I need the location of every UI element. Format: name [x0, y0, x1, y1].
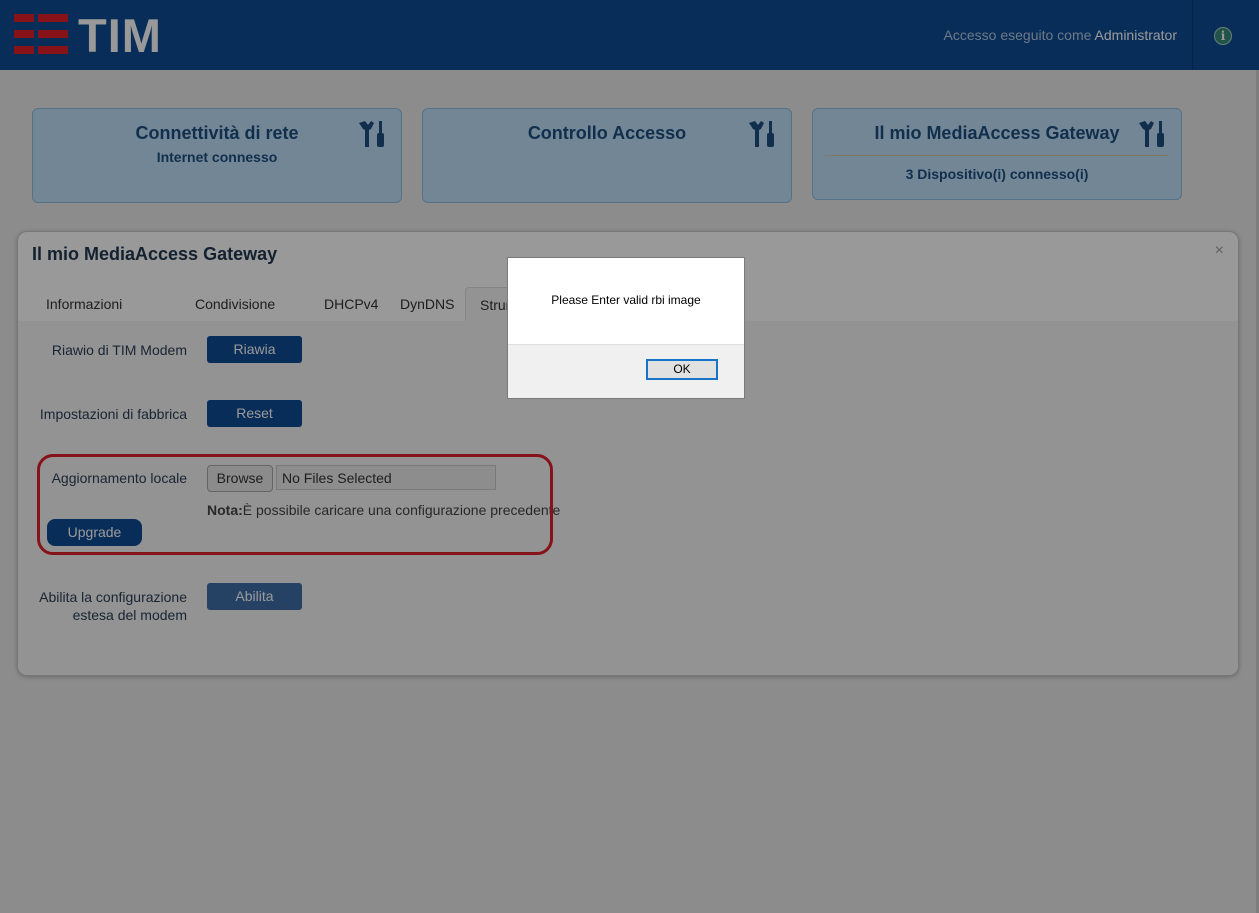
modal-overlay: [0, 0, 1259, 913]
ok-button[interactable]: OK: [646, 359, 718, 380]
alert-dialog: Please Enter valid rbi image OK: [507, 257, 745, 399]
dialog-message: Please Enter valid rbi image: [551, 293, 701, 307]
dialog-body: Please Enter valid rbi image: [508, 258, 744, 345]
